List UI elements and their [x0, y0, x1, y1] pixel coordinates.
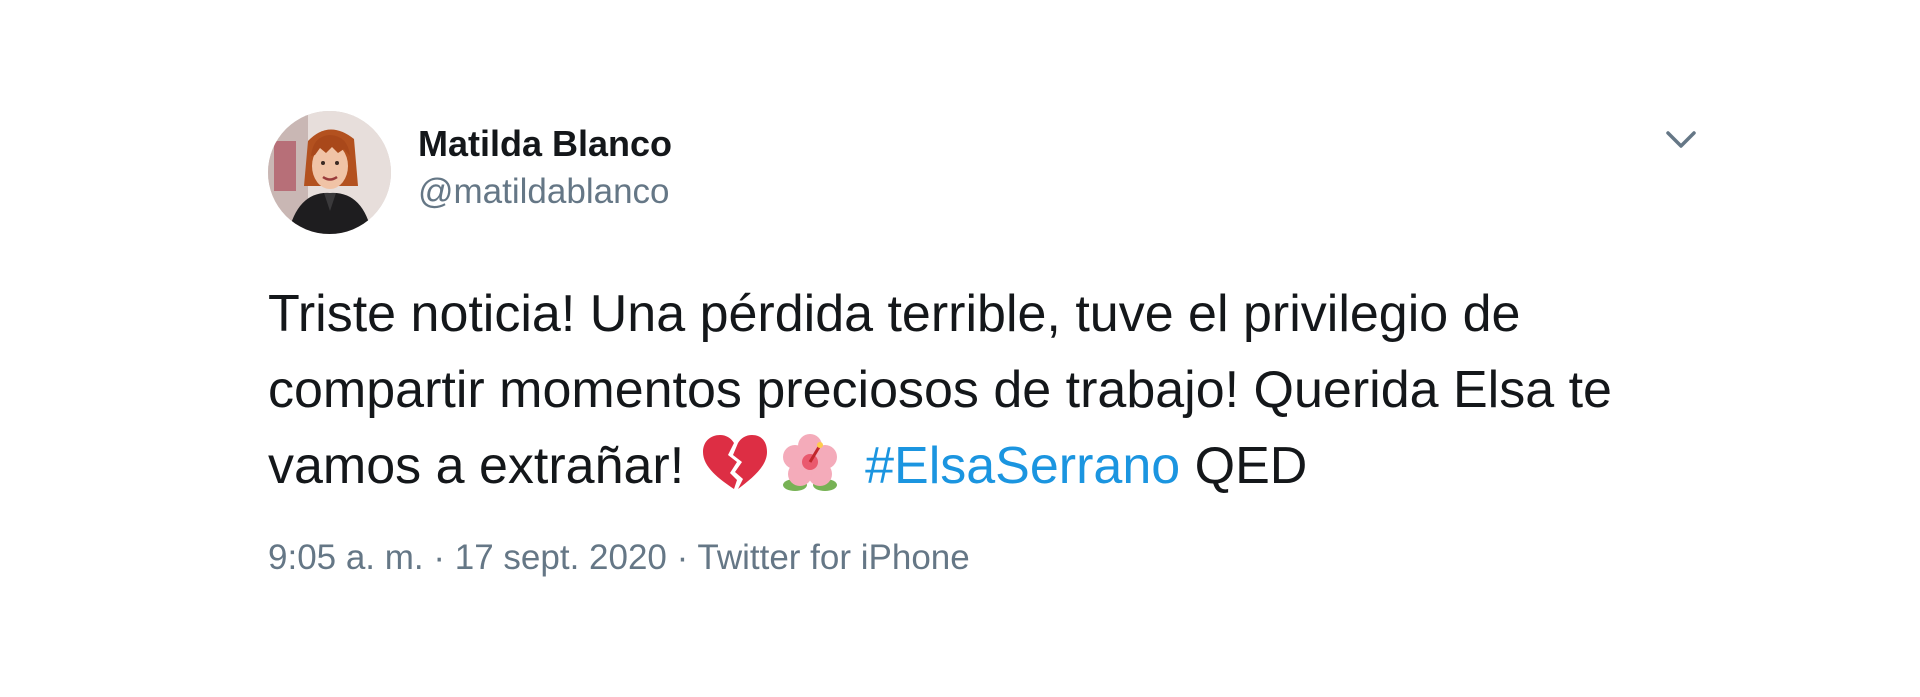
tweet-time[interactable]: 9:05 a. m. — [268, 538, 424, 577]
author-avatar[interactable] — [268, 111, 391, 234]
author-name[interactable]: Matilda Blanco — [418, 122, 672, 166]
tweet-meta: 9:05 a. m. · 17 sept. 2020 · Twitter for… — [268, 536, 970, 580]
tweet-body-tail: QED — [1194, 437, 1308, 495]
chevron-down-icon — [1666, 131, 1696, 148]
meta-separator: · — [433, 538, 446, 577]
tweet-text: Triste noticia! Una pérdida terrible, tu… — [268, 276, 1728, 504]
tweet-menu-button[interactable] — [1659, 123, 1703, 159]
tweet-date[interactable]: 17 sept. 2020 — [455, 538, 667, 577]
hashtag-link[interactable]: #ElsaSerrano — [865, 437, 1180, 495]
hibiscus-emoji-icon — [775, 433, 845, 493]
meta-separator: · — [676, 538, 689, 577]
author-handle[interactable]: @matildablanco — [418, 170, 670, 214]
tweet-card: Matilda Blanco @matildablanco Triste not… — [0, 0, 1920, 697]
profile-photo-icon — [268, 111, 391, 234]
tweet-source[interactable]: Twitter for iPhone — [697, 538, 969, 577]
broken-heart-emoji-icon — [699, 433, 769, 493]
